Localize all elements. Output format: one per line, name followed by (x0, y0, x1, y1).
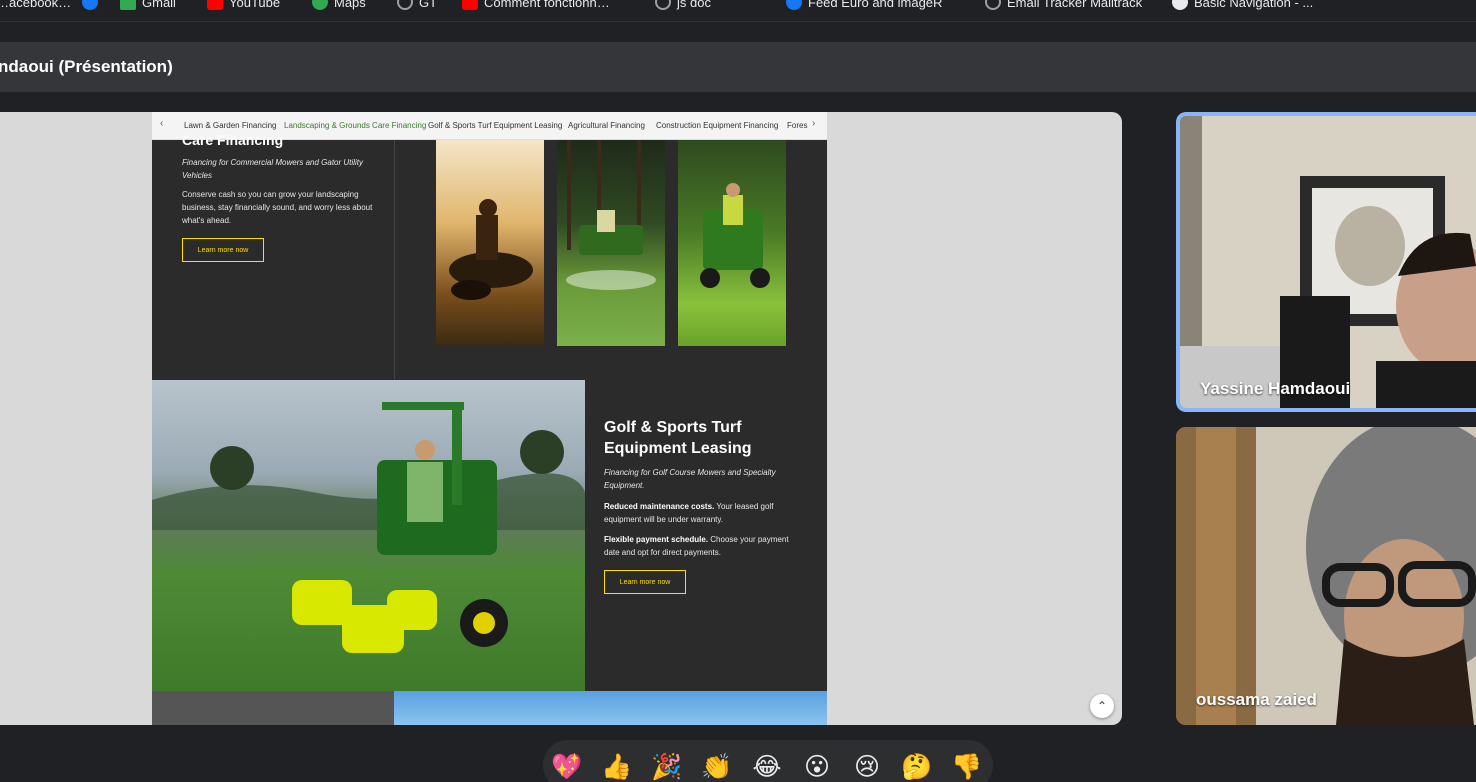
golf-scene (152, 402, 585, 653)
bookmark-gmail[interactable]: Gmail (120, 0, 176, 13)
globe-icon (1172, 0, 1188, 10)
landscaping-title: Care Financing (182, 132, 284, 148)
next-section-dark-block (152, 691, 394, 725)
bookmark-youtube[interactable]: YouTube (207, 0, 280, 13)
bookmark-gt[interactable]: GT (397, 0, 437, 13)
tab-next-arrow[interactable]: › (812, 118, 815, 129)
tab-agricultural[interactable]: Agricultural Financing (568, 121, 645, 130)
bookmark-label: Gmail (142, 0, 176, 10)
bookmarks-bar: …acebook… Gmail YouTube Maps GT Comment … (0, 0, 1476, 22)
reaction-sparkling-heart[interactable]: 💖 (550, 750, 584, 782)
tab-lawn-garden[interactable]: Lawn & Garden Financing (184, 121, 277, 130)
bookmark-label: Email Tracker Mailtrack (1007, 0, 1143, 10)
scroll-to-top-button[interactable]: ⌃ (1090, 694, 1114, 718)
reaction-thinking[interactable]: 🤔 (900, 750, 934, 782)
worker-mower-shape (700, 183, 770, 288)
reactions-bar: 💖 👍 🎉 👏 😂 😮 😢 🤔 👎 (543, 740, 993, 782)
participant-tile-active-speaker[interactable]: Yassine Hamdaoui (1176, 112, 1476, 412)
golf-payment-paragraph: Flexible payment schedule. Choose your p… (604, 533, 799, 559)
golf-mower-photo (152, 380, 585, 691)
tab-forestry[interactable]: Fores (787, 121, 807, 130)
landscaping-subtitle: Financing for Commercial Mowers and Gato… (182, 158, 363, 180)
bookmark-label: YouTube (229, 0, 281, 10)
bookmark-facebook-2[interactable] (82, 0, 98, 13)
tab-landscaping[interactable]: Landscaping & Grounds Care Financing (284, 121, 426, 130)
bookmark-label: …acebook… (0, 0, 72, 10)
section-divider (394, 140, 395, 379)
maps-icon (312, 0, 328, 10)
reaction-tears-of-joy[interactable]: 😂 (750, 750, 784, 782)
presentation-header (0, 42, 1476, 92)
bookmark-feed[interactable]: Feed Euro and imageR (786, 0, 942, 13)
golf-title: Golf & Sports Turf Equipment Leasing (604, 419, 752, 457)
mower-sunset-photo (436, 140, 544, 346)
reaction-surprised[interactable]: 😮 (800, 750, 834, 782)
presentation-title: ndaoui (Présentation) (0, 57, 173, 76)
bookmark-facebook-1[interactable]: …acebook… (0, 0, 71, 13)
mail-icon (985, 0, 1001, 10)
golf-payment-bold: Flexible payment schedule. (604, 535, 709, 544)
bookmark-label: Maps (334, 0, 366, 10)
reaction-clapping[interactable]: 👏 (700, 750, 734, 782)
bookmark-js-doc[interactable]: js doc (655, 0, 711, 13)
landscaping-learn-more-button[interactable]: Learn more now (182, 238, 264, 262)
bookmark-label: js doc (677, 0, 711, 10)
shared-web-page: ‹ Lawn & Garden Financing Landscaping & … (152, 112, 827, 725)
golf-maintenance-paragraph: Reduced maintenance costs. Your leased g… (604, 500, 799, 526)
participant-video-2 (1176, 427, 1476, 725)
participant-name: oussama zaied (1196, 690, 1317, 709)
bookmark-mailtrack[interactable]: Email Tracker Mailtrack (985, 0, 1142, 13)
bookmark-label: Comment fonctionn… (484, 0, 610, 10)
mower-worker-photo (678, 140, 786, 346)
globe-icon (397, 0, 413, 10)
bookmark-basic-nav[interactable]: Basic Navigation - ... (1172, 0, 1313, 13)
next-section-sky-photo (394, 691, 827, 725)
bookmark-maps[interactable]: Maps (312, 0, 366, 13)
reaction-crying[interactable]: 😢 (850, 750, 884, 782)
tab-prev-arrow[interactable]: ‹ (160, 118, 163, 129)
mower-silhouette (449, 199, 533, 300)
youtube-icon (462, 0, 478, 10)
mower-forest-photo (557, 140, 665, 346)
youtube-icon (207, 0, 223, 10)
golf-subtitle: Financing for Golf Course Mowers and Spe… (604, 468, 776, 490)
bookmark-label: GT (419, 0, 438, 10)
shared-screen: ‹ Lawn & Garden Financing Landscaping & … (0, 112, 1122, 725)
participant-video-1 (1180, 116, 1476, 408)
reaction-party-popper[interactable]: 🎉 (650, 750, 684, 782)
facebook-icon (82, 0, 98, 10)
globe-icon (655, 0, 671, 10)
forest-mower-shape (566, 140, 656, 290)
tab-construction[interactable]: Construction Equipment Financing (656, 121, 778, 130)
bookmark-label: Basic Navigation - ... (1194, 0, 1314, 10)
participant-tile[interactable]: oussama zaied (1176, 427, 1476, 725)
golf-maintenance-bold: Reduced maintenance costs. (604, 502, 715, 511)
landscaping-body: Conserve cash so you can grow your lands… (182, 190, 373, 225)
bookmark-label: Feed Euro and imageR (808, 0, 943, 10)
golf-learn-more-button[interactable]: Learn more now (604, 570, 686, 594)
gmail-icon (120, 0, 136, 10)
bookmark-youtube-2[interactable]: Comment fonctionn… (462, 0, 610, 13)
reaction-thumbs-down[interactable]: 👎 (950, 750, 984, 782)
reaction-thumbs-up[interactable]: 👍 (600, 750, 634, 782)
participant-name: Yassine Hamdaoui (1200, 379, 1351, 398)
facebook-icon (786, 0, 802, 10)
tab-golf-sports[interactable]: Golf & Sports Turf Equipment Leasing (428, 121, 562, 130)
